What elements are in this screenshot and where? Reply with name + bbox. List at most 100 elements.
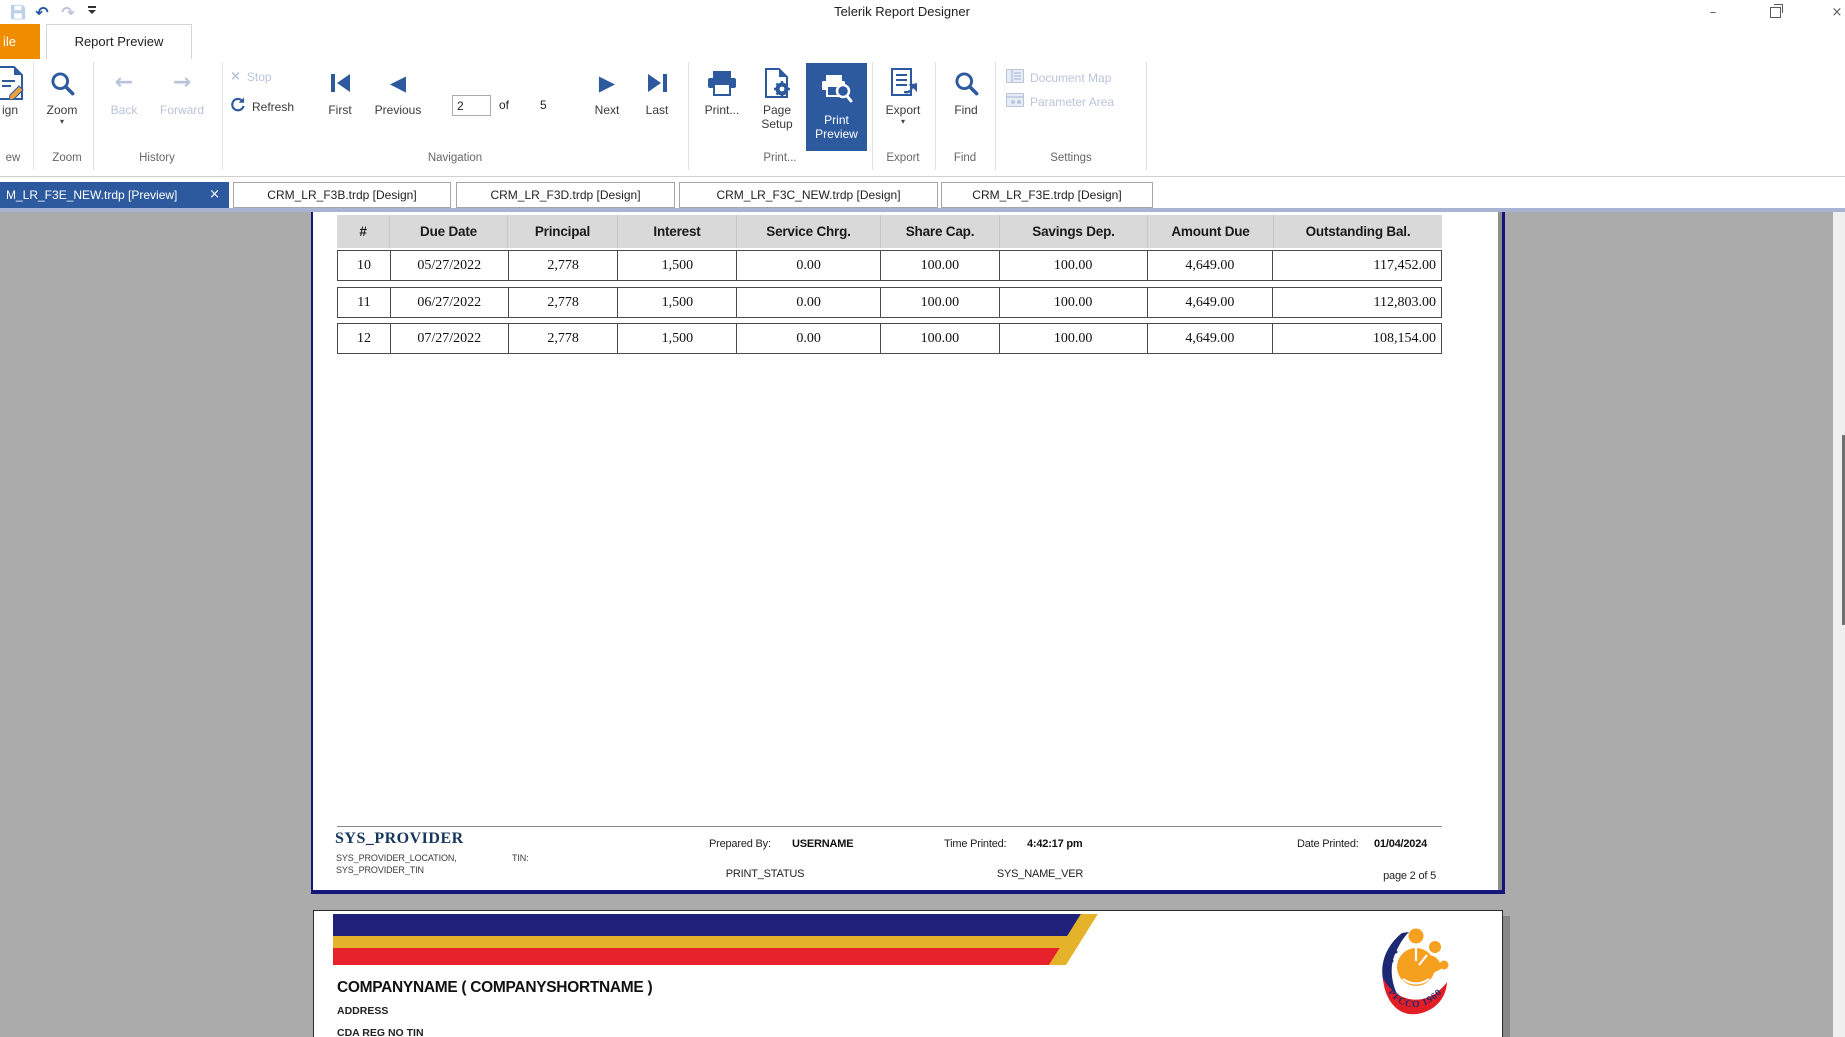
footer-provider-location: SYS_PROVIDER_LOCATION, <box>336 853 457 863</box>
stop-button: × Stop <box>230 69 272 84</box>
previous-page-icon: ◀ <box>389 71 407 95</box>
document-map-icon <box>1006 69 1024 86</box>
footer-provider: SYS_PROVIDER <box>335 830 464 847</box>
footer-tin-label: TIN: <box>512 853 529 863</box>
date-printed-value: 01/04/2024 <box>1374 838 1428 850</box>
close-button[interactable]: × <box>1824 0 1845 24</box>
doc-tab-f3d[interactable]: CRM_LR_F3D.trdp [Design] <box>456 182 675 208</box>
page-indicator: page 2 of 5 <box>1383 870 1436 882</box>
print-preview-icon <box>806 71 867 107</box>
column-header: Due Date <box>390 215 508 248</box>
forward-button: → Forward <box>159 70 204 118</box>
design-button[interactable]: ign <box>0 65 34 117</box>
footer-divider <box>337 826 1442 827</box>
page-setup-icon <box>751 65 803 101</box>
group-label-history: History <box>139 152 175 164</box>
print-preview-button[interactable]: Print Preview <box>806 63 867 151</box>
find-button[interactable]: Find <box>943 65 989 117</box>
column-header: Service Chrg. <box>737 215 881 248</box>
print-button[interactable]: Print... <box>695 65 749 117</box>
page-edge-shadow <box>1498 212 1502 890</box>
company-name: COMPANYNAME ( COMPANYSHORTNAME ) <box>337 979 653 996</box>
column-header: Outstanding Bal. <box>1305 224 1411 239</box>
first-page-icon <box>317 65 363 101</box>
tab-report-preview[interactable]: Report Preview <box>46 24 192 59</box>
find-icon <box>943 65 989 101</box>
last-page-icon <box>634 65 680 101</box>
export-button[interactable]: Export ▾ <box>876 65 930 126</box>
time-printed-value: 4:42:17 pm <box>1027 838 1083 850</box>
column-header: Savings Dep. <box>1000 215 1148 248</box>
window-title: Telerik Report Designer <box>834 4 970 19</box>
app-window: ↶ ↷ Telerik Report Designer – × ile Repo… <box>0 0 1845 1037</box>
page-number-input[interactable] <box>452 95 491 116</box>
document-map-toggle: Document Map <box>1006 69 1111 86</box>
first-page-button[interactable]: First <box>317 65 363 117</box>
column-header: Interest <box>618 215 737 248</box>
date-printed-label: Date Printed: <box>1297 838 1359 850</box>
refresh-icon <box>230 97 246 116</box>
doc-tab-f3b[interactable]: CRM_LR_F3B.trdp [Design] <box>233 182 451 208</box>
previous-page-button[interactable]: ◀ Previous <box>367 65 429 117</box>
zoom-button[interactable]: Zoom ▾ <box>36 65 88 126</box>
save-icon <box>8 3 28 21</box>
document-tab-strip: M_LR_F3E_NEW.trdp [Preview] × CRM_LR_F3B… <box>0 177 1845 208</box>
vertical-scrollbar[interactable] <box>1833 212 1845 1037</box>
report-page: # Due Date Principal Interest Service Ch… <box>311 212 1505 894</box>
magnifier-icon <box>36 65 88 101</box>
parameter-area-icon <box>1006 93 1024 110</box>
back-arrow-icon: ← <box>114 70 134 95</box>
ribbon: ign ew Zoom ▾ Zoom ← Back → Forward Hist… <box>0 59 1845 177</box>
qat-customize-icon[interactable] <box>82 3 102 21</box>
doc-tab-preview[interactable]: M_LR_F3E_NEW.trdp [Preview] × <box>0 182 229 208</box>
preview-area: # Due Date Principal Interest Service Ch… <box>0 212 1845 1037</box>
sys-name-ver: SYS_NAME_VER <box>996 868 1084 880</box>
next-report-page: COMPANYNAME ( COMPANYSHORTNAME ) ADDRESS… <box>313 910 1503 1037</box>
column-header: Principal <box>508 215 618 248</box>
chevron-down-icon: ▾ <box>59 117 64 126</box>
logo-text: PFCCO 1960 <box>1386 987 1444 1010</box>
minimize-button[interactable]: – <box>1700 0 1726 24</box>
back-button: ← Back <box>110 70 138 118</box>
group-label-settings: Settings <box>1050 152 1092 164</box>
next-page-button[interactable]: ▶ Next <box>584 65 630 117</box>
restore-icon <box>1769 3 1783 18</box>
company-reg-line: CDA REG NO TIN <box>337 1027 424 1037</box>
table-header-row: # Due Date Principal Interest Service Ch… <box>337 215 1442 248</box>
group-label-find: Find <box>953 152 977 164</box>
total-pages-label: 5 <box>540 98 547 112</box>
header-flag-stripes <box>333 914 1082 965</box>
tab-file[interactable]: ile <box>0 24 40 59</box>
undo-icon[interactable]: ↶ <box>32 3 52 22</box>
column-header: # <box>337 215 390 248</box>
printer-icon <box>695 65 749 101</box>
table-row: 11 06/27/2022 2,778 1,500 0.00 100.00 10… <box>337 287 1442 318</box>
prepared-by-label: Prepared By: <box>709 838 771 850</box>
chevron-down-icon: ▾ <box>900 117 905 126</box>
doc-tab-f3c-new[interactable]: CRM_LR_F3C_NEW.trdp [Design] <box>679 182 938 208</box>
company-address: ADDRESS <box>337 1005 389 1017</box>
last-page-button[interactable]: Last <box>634 65 680 117</box>
doc-tab-f3e[interactable]: CRM_LR_F3E.trdp [Design] <box>941 182 1153 208</box>
close-icon[interactable]: × <box>209 182 220 208</box>
export-icon <box>876 65 930 101</box>
prepared-by-value: USERNAME <box>792 838 854 850</box>
forward-arrow-icon: → <box>172 70 192 95</box>
restore-button[interactable] <box>1762 0 1788 24</box>
company-logo: PFCCO 1960 <box>1372 921 1452 1022</box>
title-bar: ↶ ↷ Telerik Report Designer – × <box>0 0 1845 24</box>
column-header: Amount Due <box>1148 215 1274 248</box>
stop-icon: × <box>230 69 241 84</box>
column-header: Share Cap. <box>881 215 1000 248</box>
next-page-icon: ▶ <box>598 71 616 95</box>
page-of-label: of <box>499 98 510 112</box>
time-printed-label: Time Printed: <box>944 838 1007 850</box>
group-label-print: Print... <box>763 152 797 164</box>
redo-icon: ↷ <box>61 2 75 22</box>
page-setup-button[interactable]: Page Setup <box>751 65 803 131</box>
ribbon-tab-row: ile Report Preview <box>0 24 1845 59</box>
refresh-button[interactable]: Refresh <box>230 97 294 116</box>
table-row: 10 05/27/2022 2,778 1,500 0.00 100.00 10… <box>337 250 1442 281</box>
design-page-icon <box>0 65 34 101</box>
parameter-area-toggle: Parameter Area <box>1006 93 1114 110</box>
